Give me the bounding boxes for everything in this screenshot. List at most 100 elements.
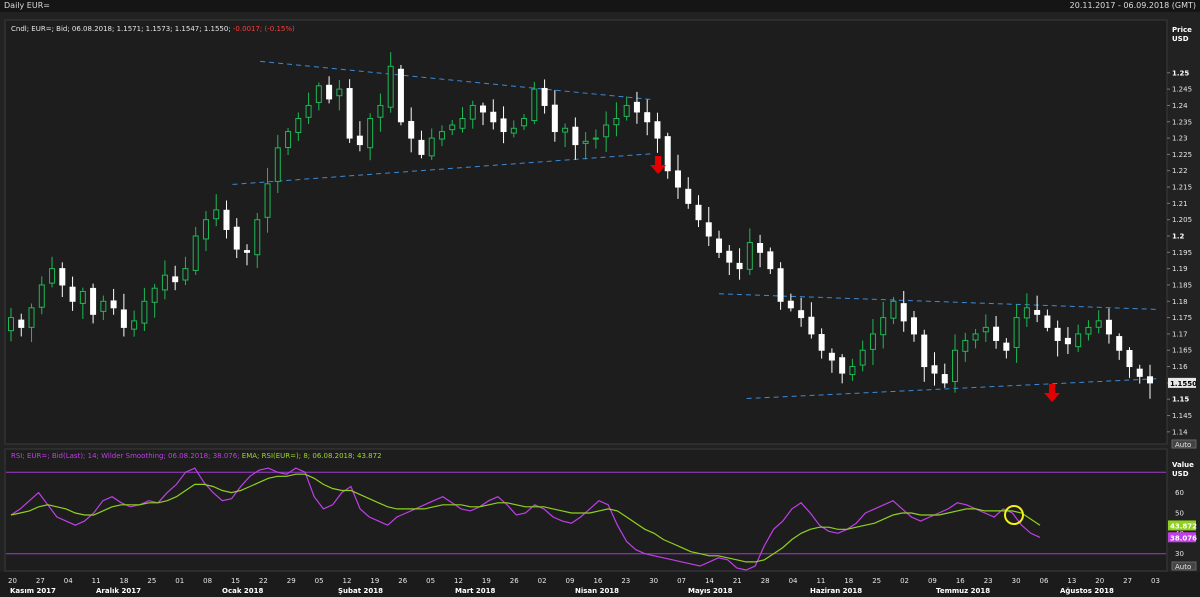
svg-text:38.076: 38.076 (1170, 534, 1197, 542)
price-tick-label: 1.24 (1172, 102, 1188, 110)
x-tick-label: 09 (566, 577, 575, 585)
rsi-value-tag: 38.076 (1168, 532, 1197, 543)
x-tick-label: 02 (900, 577, 909, 585)
candle (346, 79, 353, 143)
x-axis: 20 27 04 11 18 25 01 08 15 22 29 05 12 19 26 05 12 19 26 02… (0, 572, 1200, 597)
x-month-label: Kasım 2017 (10, 587, 56, 595)
price-tick-label: 1.175 (1172, 314, 1192, 322)
x-tick-label: 21 (733, 577, 742, 585)
price-tick-label: 1.195 (1172, 249, 1192, 257)
price-tick-label: 1.21 (1172, 200, 1188, 208)
x-tick-label: 16 (593, 577, 602, 585)
x-month-label: Mayıs 2018 (688, 587, 733, 595)
rsi-axis-unit: USD (1172, 470, 1189, 478)
price-tick-label: 1.14 (1172, 428, 1188, 436)
rsi-tick-label: 60 (1175, 489, 1184, 497)
rsi-axis-title: Value (1172, 461, 1194, 469)
price-tick-label: 1.165 (1172, 347, 1192, 355)
price-tick-label: 1.23 (1172, 135, 1188, 143)
chart-canvas: Cndl; EUR=; Bid; 06.08.2018; 1.1571; 1.1… (0, 12, 1200, 597)
x-tick-label: 19 (370, 577, 379, 585)
svg-text:Auto: Auto (1175, 441, 1191, 449)
svg-text:1.1550: 1.1550 (1170, 380, 1197, 388)
x-tick-label: 25 (147, 577, 156, 585)
x-month-label: Ocak 2018 (222, 587, 264, 595)
x-tick-label: 04 (64, 577, 73, 585)
x-tick-label: 30 (1012, 577, 1021, 585)
x-tick-label: 20 (1095, 577, 1104, 585)
x-tick-label: 15 (231, 577, 240, 585)
svg-text:43.872: 43.872 (1170, 522, 1197, 530)
price-tick-label: 1.2 (1172, 233, 1185, 241)
x-month-label: Şubat 2018 (338, 587, 383, 595)
x-tick-label: 27 (36, 577, 45, 585)
price-tick-label: 1.205 (1172, 216, 1192, 224)
x-tick-label: 18 (120, 577, 129, 585)
price-tick-label: 1.25 (1172, 69, 1189, 77)
x-month-label: Mart 2018 (455, 587, 496, 595)
x-tick-label: 12 (343, 577, 352, 585)
x-tick-label: 26 (398, 577, 407, 585)
price-tick-label: 1.245 (1172, 86, 1192, 94)
x-tick-label: 30 (649, 577, 658, 585)
price-tick-label: 1.22 (1172, 167, 1188, 175)
x-month-label: Nisan 2018 (575, 587, 619, 595)
x-month-label: Haziran 2018 (810, 587, 862, 595)
x-tick-label: 02 (538, 577, 547, 585)
x-tick-label: 23 (984, 577, 993, 585)
price-tick-label: 1.17 (1172, 330, 1188, 338)
x-tick-label: 05 (315, 577, 324, 585)
price-legend: Cndl; EUR=; Bid; 06.08.2018; 1.1571; 1.1… (11, 25, 295, 33)
svg-text:Auto: Auto (1175, 563, 1191, 571)
ema-value-tag: 43.872 (1168, 520, 1197, 531)
x-tick-label: 11 (816, 577, 825, 585)
price-tick-label: 1.16 (1172, 363, 1188, 371)
price-pane (4, 19, 1168, 445)
x-tick-label: 23 (621, 577, 630, 585)
x-tick-label: 18 (844, 577, 853, 585)
x-tick-label: 03 (1151, 577, 1160, 585)
price-tick-label: 1.18 (1172, 298, 1188, 306)
x-tick-label: 26 (510, 577, 519, 585)
auto-scale-button-price[interactable]: Auto (1171, 439, 1197, 449)
last-price-tag: 1.1550 (1168, 377, 1197, 388)
x-month-label: Temmuz 2018 (936, 587, 990, 595)
x-tick-label: 12 (454, 577, 463, 585)
rsi-tick-label: 30 (1175, 550, 1184, 558)
x-tick-label: 11 (92, 577, 101, 585)
window-titlebar: Daily EUR= 20.11.2017 - 06.09.2018 (GMT) (0, 0, 1200, 12)
x-tick-label: 01 (175, 577, 184, 585)
x-tick-label: 07 (677, 577, 686, 585)
price-tick-label: 1.185 (1172, 281, 1192, 289)
auto-scale-button-rsi[interactable]: Auto (1171, 561, 1197, 571)
x-tick-label: 14 (705, 577, 714, 585)
chart-window: Daily EUR= 20.11.2017 - 06.09.2018 (GMT)… (0, 0, 1200, 597)
price-tick-label: 1.15 (1172, 396, 1189, 404)
x-tick-label: 08 (203, 577, 212, 585)
rsi-pane (4, 448, 1168, 572)
x-tick-label: 05 (426, 577, 435, 585)
x-tick-label: 04 (789, 577, 798, 585)
rsi-tick-label: 50 (1175, 509, 1184, 517)
price-axis-unit: USD (1172, 35, 1189, 43)
price-tick-label: 1.235 (1172, 118, 1192, 126)
x-tick-label: 20 (8, 577, 17, 585)
date-range: 20.11.2017 - 06.09.2018 (GMT) (1069, 1, 1196, 10)
x-tick-label: 27 (1123, 577, 1132, 585)
x-tick-label: 13 (1067, 577, 1076, 585)
candle (397, 64, 404, 126)
x-tick-label: 25 (872, 577, 881, 585)
x-month-label: Aralık 2017 (96, 587, 141, 595)
rsi-legend: RSI; EUR=; Bid(Last); 14; Wilder Smoothi… (11, 452, 382, 460)
x-tick-label: 06 (1039, 577, 1048, 585)
x-tick-label: 16 (956, 577, 965, 585)
x-tick-label: 29 (287, 577, 296, 585)
window-title: Daily EUR= (4, 1, 50, 10)
x-tick-label: 09 (928, 577, 937, 585)
price-tick-label: 1.145 (1172, 412, 1192, 420)
x-month-label: Ağustos 2018 (1060, 587, 1114, 595)
price-tick-label: 1.19 (1172, 265, 1188, 273)
price-tick-label: 1.215 (1172, 184, 1192, 192)
x-tick-label: 28 (761, 577, 770, 585)
x-tick-label: 19 (482, 577, 491, 585)
